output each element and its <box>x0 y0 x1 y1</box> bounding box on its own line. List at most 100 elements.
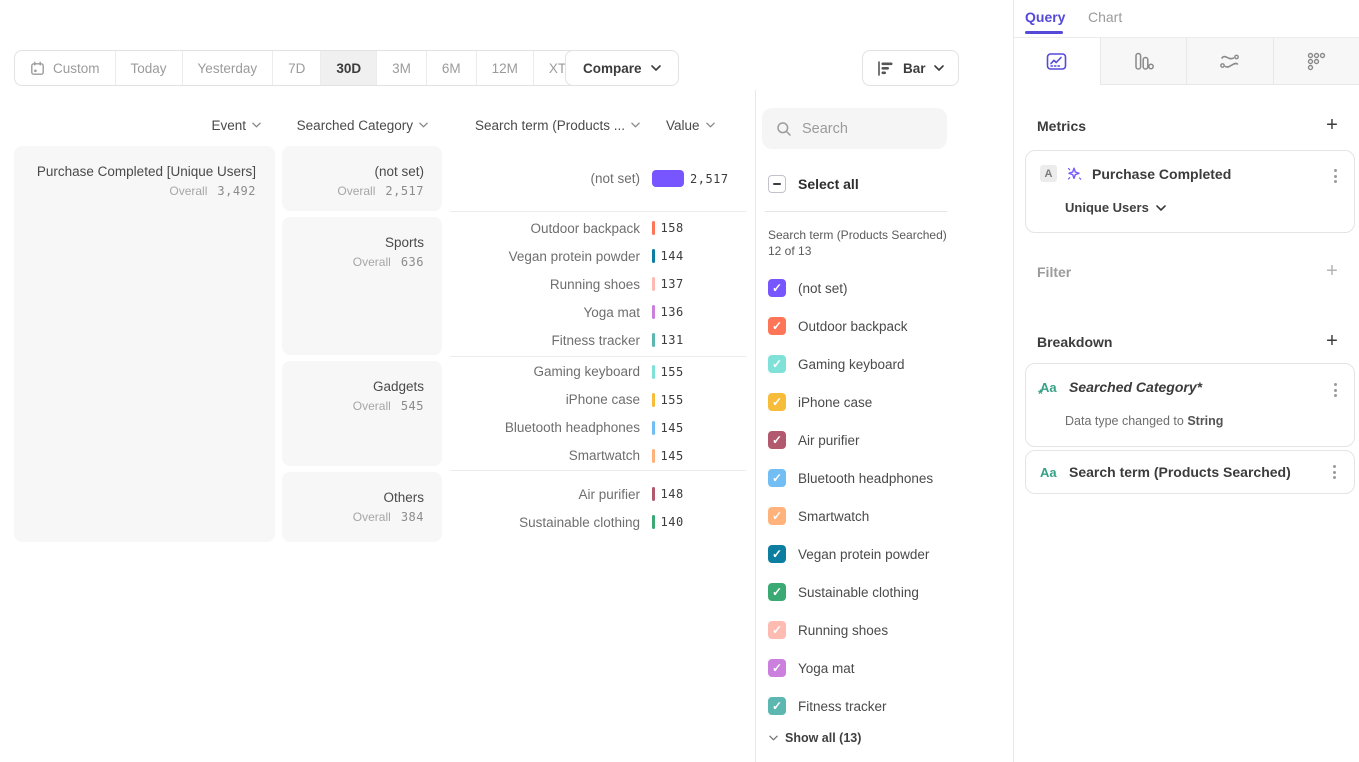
string-type-icon: Aa* <box>1040 380 1060 395</box>
date-range-3m[interactable]: 3M <box>376 51 426 85</box>
column-header-search-term[interactable]: Search term (Products ... <box>450 114 640 136</box>
term-value: 144 <box>661 249 684 263</box>
compare-button[interactable]: Compare <box>565 50 679 86</box>
term-row[interactable]: Smartwatch 145 <box>450 442 746 470</box>
date-range-30d[interactable]: 30D <box>320 51 376 85</box>
add-filter-button[interactable]: + <box>1322 260 1342 283</box>
select-all-label: Select all <box>798 176 859 192</box>
value-bar <box>652 221 655 235</box>
value-bar <box>652 393 655 407</box>
kebab-menu-icon[interactable] <box>1330 379 1341 401</box>
column-header-searched-category[interactable]: Searched Category <box>282 114 428 136</box>
series-checkbox[interactable]: ✓ <box>768 621 786 639</box>
series-checkbox[interactable]: ✓ <box>768 279 786 297</box>
category-cell[interactable]: (not set) Overall2,517 <box>282 146 442 211</box>
date-range-custom[interactable]: Custom <box>15 51 115 85</box>
term-label: Air purifier <box>450 487 652 502</box>
term-value: 158 <box>661 221 684 235</box>
kebab-menu-icon[interactable] <box>1329 461 1340 483</box>
legend-item-label: Outdoor backpack <box>798 319 908 334</box>
term-row[interactable]: iPhone case 155 <box>450 386 746 414</box>
term-row[interactable]: Sustainable clothing 140 <box>450 508 746 536</box>
term-row[interactable]: Gaming keyboard 155 <box>450 358 746 386</box>
legend-item[interactable]: ✓ iPhone case <box>768 383 1008 421</box>
series-checkbox[interactable]: ✓ <box>768 697 786 715</box>
column-header-value[interactable]: Value <box>666 114 715 136</box>
term-group: (not set) 2,517 <box>450 146 746 211</box>
breakdown-property-name: Search term (Products Searched) <box>1069 464 1320 480</box>
legend-item[interactable]: ✓ Smartwatch <box>768 497 1008 535</box>
kebab-menu-icon[interactable] <box>1330 165 1341 187</box>
legend-item[interactable]: ✓ (not set) <box>768 269 1008 307</box>
select-all-checkbox-row[interactable]: Select all <box>768 174 859 194</box>
series-checkbox[interactable]: ✓ <box>768 545 786 563</box>
legend-item[interactable]: ✓ Fitness tracker <box>768 687 1008 725</box>
report-tab-insights[interactable] <box>1014 38 1100 85</box>
series-checkbox[interactable]: ✓ <box>768 355 786 373</box>
measure-select[interactable]: Unique Users <box>1065 200 1166 215</box>
legend-item[interactable]: ✓ Gaming keyboard <box>768 345 1008 383</box>
chart-type-select[interactable]: Bar <box>862 50 959 86</box>
legend-item[interactable]: ✓ Running shoes <box>768 611 1008 649</box>
metric-card[interactable]: A Purchase Completed Unique Users <box>1025 150 1355 233</box>
tab-query[interactable]: Query <box>1025 9 1065 25</box>
date-range-today[interactable]: Today <box>115 51 182 85</box>
report-tab-retention[interactable] <box>1273 38 1359 85</box>
report-tab-flows[interactable] <box>1186 38 1273 85</box>
term-row[interactable]: Bluetooth headphones 145 <box>450 414 746 442</box>
add-metric-button[interactable]: + <box>1322 114 1342 137</box>
legend-item-label: Gaming keyboard <box>798 357 905 372</box>
series-checkbox[interactable]: ✓ <box>768 659 786 677</box>
query-panel-divider <box>1013 0 1014 762</box>
legend-item[interactable]: ✓ Outdoor backpack <box>768 307 1008 345</box>
retention-icon <box>1305 50 1328 73</box>
legend-item-label: Sustainable clothing <box>798 585 919 600</box>
tab-chart[interactable]: Chart <box>1088 9 1122 25</box>
value-bar <box>652 515 655 529</box>
term-group: Gaming keyboard 155 iPhone case 155 Blue… <box>450 356 746 470</box>
series-checkbox[interactable]: ✓ <box>768 393 786 411</box>
event-cell[interactable]: Purchase Completed [Unique Users] Overal… <box>14 146 275 542</box>
date-range-7d[interactable]: 7D <box>272 51 320 85</box>
series-checkbox[interactable]: ✓ <box>768 431 786 449</box>
term-row[interactable]: Running shoes 137 <box>450 270 746 298</box>
term-value: 145 <box>661 421 684 435</box>
legend-item-label: (not set) <box>798 281 848 296</box>
category-cell[interactable]: Sports Overall636 <box>282 217 442 355</box>
legend-item[interactable]: ✓ Sustainable clothing <box>768 573 1008 611</box>
report-tab-funnels[interactable] <box>1100 38 1187 85</box>
column-header-event[interactable]: Event <box>14 114 261 136</box>
term-row[interactable]: Yoga mat 136 <box>450 298 746 326</box>
legend-item-label: Bluetooth headphones <box>798 471 933 486</box>
legend-search-box[interactable] <box>762 108 947 149</box>
series-checkbox[interactable]: ✓ <box>768 583 786 601</box>
series-checkbox[interactable]: ✓ <box>768 469 786 487</box>
term-label: Yoga mat <box>450 305 652 320</box>
term-row[interactable]: Air purifier 148 <box>450 480 746 508</box>
series-checkbox[interactable]: ✓ <box>768 507 786 525</box>
breakdown-card-searched-category[interactable]: Aa* Searched Category* Data type changed… <box>1025 363 1355 447</box>
term-row[interactable]: Vegan protein powder 144 <box>450 242 746 270</box>
insights-icon <box>1045 50 1068 73</box>
category-name: Others <box>300 489 424 506</box>
add-breakdown-button[interactable]: + <box>1322 330 1342 353</box>
date-range-group: CustomTodayYesterday7D30D3M6M12MXTD <box>14 50 610 86</box>
search-input[interactable] <box>802 121 922 137</box>
legend-item[interactable]: ✓ Yoga mat <box>768 649 1008 687</box>
breakdown-card-search-term[interactable]: Aa Search term (Products Searched) <box>1025 450 1355 494</box>
legend-item[interactable]: ✓ Bluetooth headphones <box>768 459 1008 497</box>
show-all-button[interactable]: Show all (13) <box>769 731 861 745</box>
category-cell[interactable]: Others Overall384 <box>282 472 442 542</box>
date-range-6m[interactable]: 6M <box>426 51 476 85</box>
legend-item[interactable]: ✓ Air purifier <box>768 421 1008 459</box>
date-range-yesterday[interactable]: Yesterday <box>182 51 273 85</box>
series-checkbox[interactable]: ✓ <box>768 317 786 335</box>
legend-item[interactable]: ✓ Vegan protein powder <box>768 535 1008 573</box>
select-all-checkbox[interactable] <box>768 175 786 193</box>
term-row[interactable]: Outdoor backpack 158 <box>450 214 746 242</box>
term-row[interactable]: (not set) 2,517 <box>450 165 746 193</box>
term-row[interactable]: Fitness tracker 131 <box>450 326 746 354</box>
term-label: Bluetooth headphones <box>450 420 652 435</box>
category-cell[interactable]: Gadgets Overall545 <box>282 361 442 466</box>
date-range-12m[interactable]: 12M <box>476 51 533 85</box>
